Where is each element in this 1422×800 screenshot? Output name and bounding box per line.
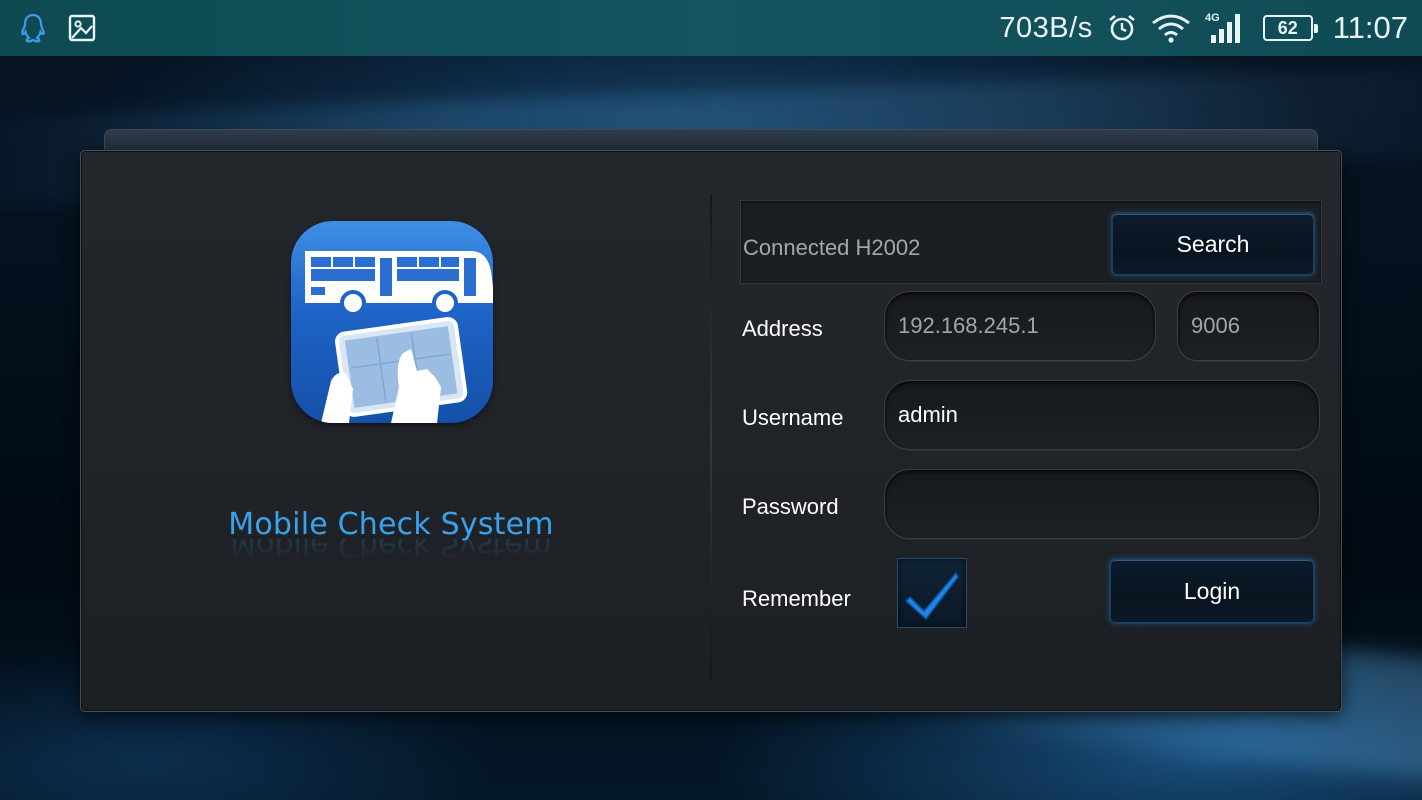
- username-field[interactable]: admin: [884, 380, 1320, 450]
- connection-status-text: Connected H2002: [743, 235, 921, 260]
- checkmark-icon: [904, 571, 959, 621]
- address-field[interactable]: 192.168.245.1: [884, 291, 1156, 361]
- image-notification-icon: [68, 14, 96, 42]
- alarm-icon: [1107, 13, 1137, 43]
- qq-notification-icon: [20, 13, 46, 43]
- battery-icon: 62: [1262, 15, 1318, 41]
- signal-icon: 4G: [1205, 11, 1243, 45]
- connection-status-row: Connected H2002 Search: [740, 200, 1322, 284]
- battery-level: 62: [1277, 17, 1298, 38]
- remember-label: Remember: [742, 586, 851, 611]
- network-speed: 703B/s: [999, 11, 1093, 44]
- login-form: Connected H2002 Search Address 192.168.2…: [80, 150, 1342, 712]
- password-label: Password: [742, 494, 839, 519]
- username-label: Username: [742, 405, 844, 430]
- status-bar: 703B/s 4G 62 11:07: [0, 0, 1422, 56]
- address-label: Address: [742, 316, 823, 341]
- password-field[interactable]: [884, 469, 1320, 539]
- network-type-label: 4G: [1205, 12, 1220, 24]
- remember-checkbox[interactable]: [897, 558, 967, 628]
- login-button[interactable]: Login: [1109, 558, 1315, 624]
- wifi-icon: [1151, 13, 1191, 43]
- port-field[interactable]: 9006: [1177, 291, 1320, 361]
- clock: 11:07: [1332, 10, 1408, 45]
- search-button[interactable]: Search: [1111, 212, 1315, 276]
